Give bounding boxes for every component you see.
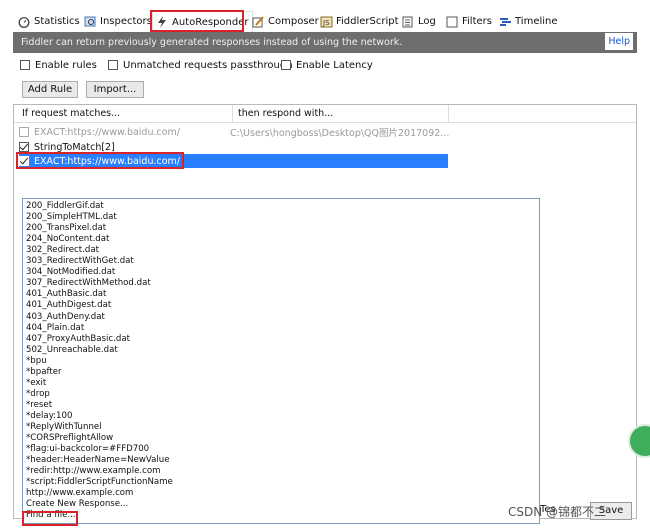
enable-rules-option[interactable]: Enable rules [20, 57, 97, 73]
response-option[interactable]: 401_AuthBasic.dat [26, 289, 106, 300]
response-option[interactable]: *script:FiddlerScriptFunctionName [26, 477, 173, 488]
response-option[interactable]: *bpafter [26, 367, 62, 378]
response-option[interactable]: 302_Redirect.dat [26, 245, 99, 256]
unmatched-checkbox[interactable] [108, 60, 118, 70]
response-option[interactable]: Find a file... [26, 510, 76, 521]
pencil-icon [252, 15, 264, 28]
response-option[interactable]: *drop [26, 389, 50, 400]
response-option[interactable]: Create New Response... [26, 499, 128, 510]
banner-message: Fiddler can return previously generated … [21, 37, 403, 48]
rule-checkbox[interactable] [19, 127, 29, 137]
rule-match: EXACT:https://www.baidu.com/ [34, 155, 180, 167]
stopwatch-icon [18, 16, 30, 28]
response-option[interactable]: 204_NoContent.dat [26, 234, 109, 245]
tab-label: Log [418, 16, 436, 27]
tab-statistics[interactable]: Statistics [18, 13, 80, 30]
latency-label: Enable Latency [296, 59, 373, 71]
response-option[interactable]: *header:HeaderName=NewValue [26, 455, 170, 466]
response-option[interactable]: 403_AuthDeny.dat [26, 312, 105, 323]
response-option[interactable]: *bpu [26, 356, 47, 367]
enable-rules-label: Enable rules [35, 59, 97, 71]
tab-label: FiddlerScript [336, 16, 399, 27]
column-divider [232, 105, 233, 122]
log-icon [402, 16, 414, 28]
response-option[interactable]: *delay:100 [26, 411, 72, 422]
response-option[interactable]: *reset [26, 400, 52, 411]
response-option[interactable]: 200_SimpleHTML.dat [26, 212, 117, 223]
rule-checkbox[interactable] [19, 156, 29, 166]
response-option[interactable]: 404_Plain.dat [26, 323, 84, 334]
lightning-icon [156, 16, 168, 28]
help-link[interactable]: Help [605, 33, 633, 50]
tab-label: Timeline [515, 16, 558, 27]
column-header-respond[interactable]: then respond with... [238, 105, 333, 122]
unmatched-label: Unmatched requests passthrough [123, 59, 293, 71]
tab-label: Inspectors [100, 16, 152, 27]
response-option[interactable]: 200_FiddlerGif.dat [26, 201, 104, 212]
enable-rules-checkbox[interactable] [20, 60, 30, 70]
tab-label: Statistics [34, 16, 80, 27]
info-banner: Fiddler can return previously generated … [13, 32, 637, 53]
rule-match: StringToMatch[2] [34, 141, 115, 153]
response-option[interactable]: http://www.example.com [26, 488, 133, 499]
response-option[interactable]: 407_ProxyAuthBasic.dat [26, 334, 130, 345]
tab-label: AutoResponder [172, 16, 249, 28]
rule-row[interactable]: StringToMatch[2] [19, 140, 115, 154]
column-header-match[interactable]: If request matches... [22, 105, 120, 122]
rule-match: EXACT:https://www.baidu.com/ [34, 126, 180, 138]
magnifier-icon [84, 16, 96, 28]
import-button[interactable]: Import... [86, 81, 144, 98]
unmatched-option[interactable]: Unmatched requests passthrough [108, 57, 293, 73]
add-rule-button[interactable]: Add Rule [22, 81, 78, 98]
rule-row[interactable]: EXACT:https://www.baidu.com/ C:\Users\ho… [19, 125, 449, 139]
timeline-icon [499, 16, 511, 28]
rule-response: C:\Users\hongboss\Desktop\QQ图片2017092... [230, 128, 450, 139]
tab-filters[interactable]: Filters [446, 13, 492, 30]
tab-autoresponder[interactable]: AutoResponder [152, 11, 253, 32]
watermark-text: CSDN @锦都不二 [508, 505, 607, 519]
response-dropdown[interactable]: 200_FiddlerGif.dat 200_SimpleHTML.dat 200_… [22, 198, 540, 524]
response-option[interactable]: *ReplyWithTunnel [26, 422, 102, 433]
latency-checkbox[interactable] [281, 60, 291, 70]
response-option[interactable]: *redir:http://www.example.com [26, 466, 160, 477]
script-icon: JS [320, 16, 333, 28]
tab-label: Filters [462, 16, 492, 27]
tab-inspectors[interactable]: Inspectors [84, 13, 152, 30]
latency-option[interactable]: Enable Latency [281, 57, 373, 73]
rule-row-selected[interactable]: EXACT:https://www.baidu.com/ [19, 154, 448, 168]
tab-label: Composer [268, 16, 319, 27]
response-option[interactable]: 502_Unreachable.dat [26, 345, 118, 356]
tab-fiddlerscript[interactable]: JS FiddlerScript [320, 13, 399, 30]
checkbox-icon [446, 16, 458, 28]
response-option[interactable]: *exit [26, 378, 46, 389]
response-option[interactable]: 200_TransPixel.dat [26, 223, 106, 234]
svg-text:JS: JS [322, 19, 330, 27]
response-option[interactable]: 303_RedirectWithGet.dat [26, 256, 134, 267]
response-option[interactable]: 304_NotModified.dat [26, 267, 115, 278]
tab-timeline[interactable]: Timeline [499, 13, 558, 30]
grid-header: If request matches... then respond with.… [14, 105, 636, 123]
column-divider [448, 105, 449, 122]
tab-composer[interactable]: Composer [252, 13, 319, 30]
response-option[interactable]: *CORSPreflightAllow [26, 433, 113, 444]
rule-checkbox[interactable] [19, 142, 29, 152]
response-option[interactable]: 401_AuthDigest.dat [26, 300, 111, 311]
tab-bar: Statistics Inspectors AutoResponder Comp… [0, 0, 650, 32]
response-option[interactable]: *flag:ui-backcolor=#FFD700 [26, 444, 149, 455]
tab-log[interactable]: Log [402, 13, 436, 30]
response-option[interactable]: 307_RedirectWithMethod.dat [26, 278, 151, 289]
